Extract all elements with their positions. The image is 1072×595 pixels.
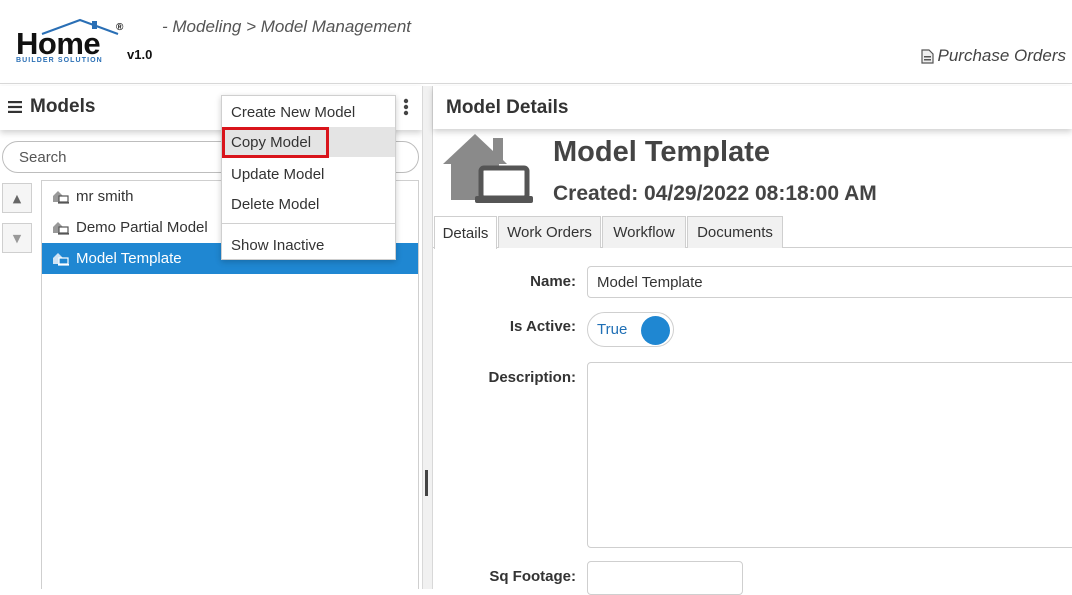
menu-item-delete-model[interactable]: Delete Model — [222, 189, 395, 219]
house-laptop-icon — [443, 134, 533, 203]
menu-item-show-inactive[interactable]: Show Inactive — [222, 230, 395, 260]
menu-divider — [222, 223, 395, 224]
house-laptop-icon — [53, 252, 69, 266]
more-options-icon[interactable] — [403, 98, 409, 116]
tab-workflow[interactable]: Workflow — [602, 216, 686, 248]
app-header: Home ® BUILDER SOLUTION v1.0 - Modeling … — [0, 0, 1072, 84]
list-item-label: Demo Partial Model — [76, 219, 208, 236]
model-details-panel: Model Details Model Template Created: 04… — [433, 86, 1072, 595]
arrow-down-icon: ▼ — [12, 231, 22, 245]
model-context-menu: Create New Model Copy Model Update Model… — [221, 95, 396, 260]
document-icon — [920, 48, 934, 64]
sq-footage-label: Sq Footage: — [489, 568, 576, 585]
toggle-knob — [641, 316, 670, 345]
purchase-orders-link[interactable]: Purchase Orders — [920, 46, 1067, 66]
purchase-orders-label: Purchase Orders — [937, 46, 1067, 65]
menu-item-update-model[interactable]: Update Model — [222, 159, 395, 189]
breadcrumb: - Modeling > Model Management — [162, 17, 411, 36]
models-title-label: Models — [30, 96, 96, 117]
is-active-toggle[interactable]: True — [587, 312, 674, 347]
model-details-title: Model Details — [446, 97, 569, 118]
tab-work-orders[interactable]: Work Orders — [498, 216, 601, 248]
name-input[interactable] — [587, 266, 1072, 298]
model-name-heading: Model Template — [553, 136, 770, 168]
move-down-button[interactable]: ▼ — [2, 223, 32, 253]
description-label: Description: — [488, 369, 576, 386]
hamburger-menu-icon[interactable] — [8, 101, 22, 113]
sq-footage-input[interactable] — [587, 561, 743, 595]
is-active-label: Is Active: — [509, 318, 576, 335]
list-item-label: Model Template — [76, 250, 182, 267]
description-textarea[interactable] — [587, 362, 1072, 548]
model-created-date: Created: 04/29/2022 08:18:00 AM — [553, 182, 877, 205]
name-label: Name: — [530, 273, 576, 290]
logo-registered-mark: ® — [116, 22, 124, 33]
house-laptop-icon — [53, 221, 69, 235]
model-details-header: Model Details — [433, 86, 1072, 129]
move-up-button[interactable]: ▲ — [2, 183, 32, 213]
logo-subtitle: BUILDER SOLUTION — [16, 57, 103, 64]
models-title: Models — [8, 96, 95, 118]
house-laptop-icon — [53, 190, 69, 204]
list-item-label: mr smith — [76, 188, 134, 205]
tab-documents[interactable]: Documents — [687, 216, 783, 248]
details-tabs: Details Work Orders Workflow Documents — [433, 216, 1072, 249]
arrow-up-icon: ▲ — [12, 191, 22, 205]
splitter-handle[interactable] — [425, 470, 428, 496]
app-logo[interactable]: Home ® BUILDER SOLUTION v1.0 — [14, 18, 164, 70]
panel-splitter[interactable] — [422, 86, 433, 589]
menu-item-create-new-model[interactable]: Create New Model — [222, 97, 395, 127]
tab-details[interactable]: Details — [434, 216, 497, 249]
logo-wordmark: Home — [16, 26, 101, 61]
is-active-value: True — [597, 321, 628, 338]
app-version: v1.0 — [127, 47, 153, 62]
menu-item-copy-model[interactable]: Copy Model — [222, 127, 395, 157]
